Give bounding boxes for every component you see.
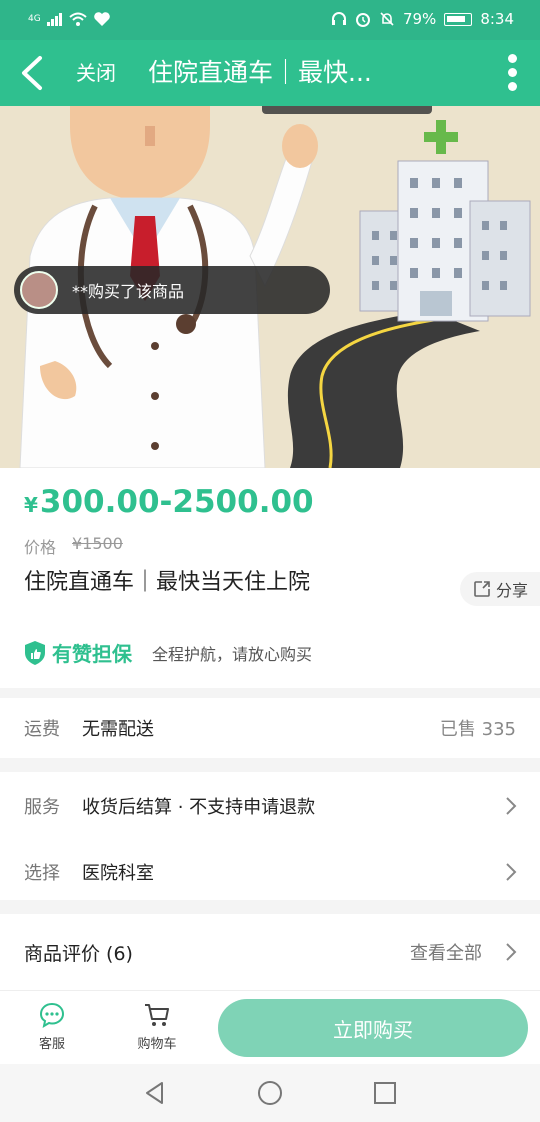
buy-now-button[interactable]: 立即购买 [218,999,528,1057]
status-bar: 4G 79% 8:34 [0,0,540,40]
service-row[interactable]: 服务 收货后结算 · 不支持申请退款 [0,776,540,836]
more-menu-button[interactable] [504,54,520,94]
bottom-action-bar: 客服 购物车 立即购买 [0,990,540,1064]
reviews-row[interactable]: 商品评价 (6) 查看全部 [0,922,540,982]
buyer-notice-toast: **购买了该商品 [14,266,330,314]
battery-percent: 79% [402,10,437,28]
battery-icon [444,12,473,26]
customer-service-button[interactable]: 客服 [12,1001,92,1052]
price-range: 300.00-2500.00 [39,484,314,520]
buyer-notice-text: **购买了该商品 [72,282,185,301]
system-nav-bar [0,1064,540,1122]
title-bar: 关闭 住院直通车｜最快... [0,40,540,106]
wifi-icon [69,12,87,26]
more-dot-icon [507,68,517,77]
status-right: 79% 8:34 [331,10,514,28]
reviews-title: 商品评价 (6) [24,942,133,965]
buyer-avatar [20,271,58,309]
select-row[interactable]: 选择 医院科室 [0,842,540,902]
product-title: 住院直通车｜最快当天住上院 [24,570,311,595]
customer-service-label: 客服 [38,1037,65,1052]
guarantee[interactable]: 有赞担保 全程护航，请放心购买 [24,638,312,667]
back-button[interactable] [12,50,56,96]
more-dot-icon [507,54,517,63]
page-title: 住院直通车｜最快... [148,58,372,87]
chevron-right-icon [506,863,517,881]
chat-bubble-icon [39,1002,65,1029]
price: ¥300.00-2500.00 [24,482,314,525]
shield-thumbs-up-icon [25,640,45,665]
shipping-label: 运费 [24,719,60,740]
headset-icon [331,12,346,25]
guarantee-title: 有赞担保 [52,642,132,666]
nav-home-icon[interactable] [255,1078,285,1108]
product-hero-image[interactable]: **购买了该商品 [0,106,540,468]
nav-recents-icon[interactable] [370,1078,400,1108]
service-label: 服务 [24,797,60,818]
guarantee-subtitle: 全程护航，请放心购买 [152,644,313,664]
price-currency: ¥ [24,493,38,517]
sold-count: 已售 335 [439,719,516,740]
signal-icon [46,13,62,26]
clock: 8:34 [480,10,514,28]
chevron-right-icon [506,943,517,961]
shipping-row: 运费 无需配送 已售 335 [0,698,540,758]
shipping-value: 无需配送 [82,719,154,740]
product-info: ¥300.00-2500.00 价格 ¥1500 住院直通车｜最快当天住上院 分… [0,468,540,688]
view-all-reviews-link[interactable]: 查看全部 [410,939,482,965]
share-button[interactable]: 分享 [460,572,540,606]
share-label: 分享 [495,581,528,600]
more-dot-icon [507,82,517,91]
cart-icon [145,1004,169,1026]
status-left: 4G [28,10,111,28]
share-icon [474,581,490,597]
select-label: 选择 [24,863,60,884]
nav-back-icon[interactable] [140,1078,170,1108]
chevron-left-icon [22,56,42,90]
network-type: 4G [28,14,41,24]
original-price: ¥1500 [72,534,123,553]
shipping-panel: 运费 无需配送 已售 335 [0,698,540,758]
original-price-label: 价格 [24,538,57,557]
options-panel: 服务 收货后结算 · 不支持申请退款 选择 医院科室 [0,772,540,900]
cart-label: 购物车 [137,1037,177,1052]
select-value: 医院科室 [82,863,154,884]
heart-icon [93,12,110,26]
reviews-panel: 商品评价 (6) 查看全部 [0,914,540,990]
chevron-right-icon [506,797,517,815]
cart-button[interactable]: 购物车 [117,1001,197,1052]
mute-bell-icon [380,12,394,26]
close-button[interactable]: 关闭 [76,60,116,86]
service-value: 收货后结算 · 不支持申请退款 [82,797,316,818]
alarm-icon [355,13,370,27]
